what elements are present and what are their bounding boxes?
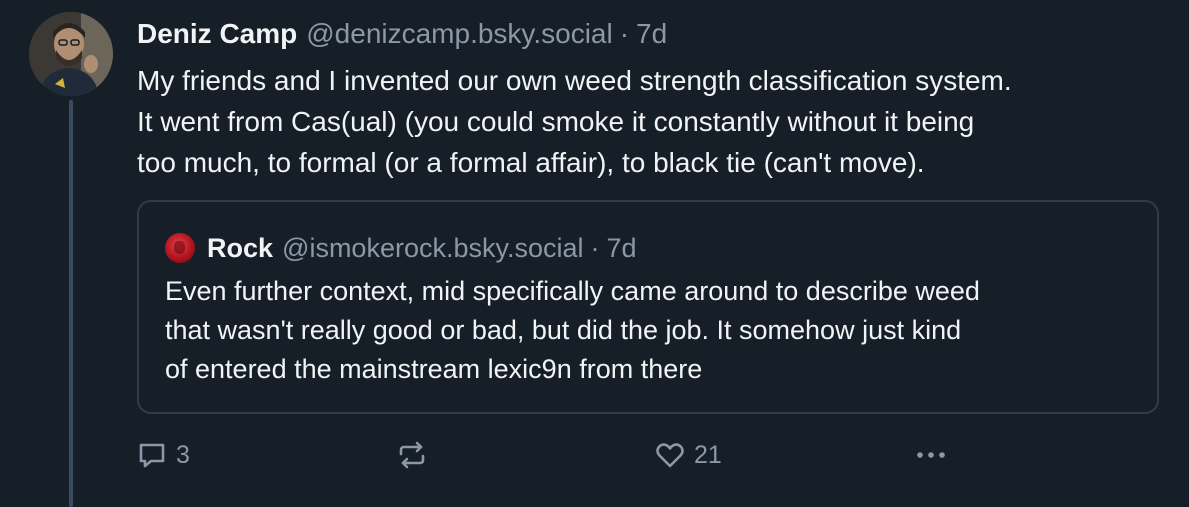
more-options-button[interactable] xyxy=(914,432,948,478)
quote-author-handle: @ismokerock.bsky.social xyxy=(282,232,584,263)
like-button[interactable]: 21 xyxy=(654,432,722,478)
post-action-bar: 3 21 xyxy=(0,432,1189,478)
author-avatar[interactable] xyxy=(29,12,113,96)
quote-timestamp: 7d xyxy=(606,232,637,263)
reply-count: 3 xyxy=(176,440,190,469)
repost-icon xyxy=(395,439,429,471)
quote-author-name: Rock xyxy=(207,232,274,263)
post-header: Deniz Camp @denizcamp.bsky.social · 7d xyxy=(137,16,667,52)
author-name[interactable]: Deniz Camp xyxy=(137,18,297,50)
author-handle[interactable]: @denizcamp.bsky.social xyxy=(306,18,612,50)
avatar-photo xyxy=(29,12,113,96)
more-options-icon xyxy=(914,439,948,471)
quote-header-separator: · xyxy=(590,232,600,263)
quote-header: Rock @ismokerock.bsky.social · 7d xyxy=(165,229,637,267)
reply-icon xyxy=(136,439,168,471)
quoted-post-card[interactable]: Rock @ismokerock.bsky.social · 7d Even f… xyxy=(137,200,1159,414)
post-text: My friends and I invented our own weed s… xyxy=(137,65,1012,178)
header-separator: · xyxy=(619,18,630,49)
heart-icon xyxy=(654,439,686,471)
post-timestamp[interactable]: 7d xyxy=(636,18,667,50)
repost-button[interactable] xyxy=(395,432,437,478)
quote-author-avatar xyxy=(165,233,195,263)
reply-button[interactable]: 3 xyxy=(136,432,190,478)
like-count: 21 xyxy=(694,440,722,469)
quote-text: Even further context, mid specifically c… xyxy=(165,276,980,384)
